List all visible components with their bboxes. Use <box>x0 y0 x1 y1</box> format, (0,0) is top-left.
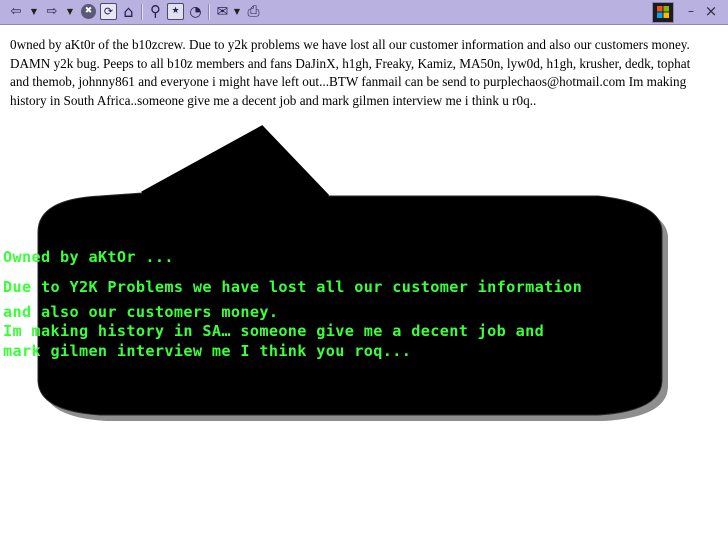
bubble-line: mark gilmen interview me I think you roq… <box>3 342 412 360</box>
speech-bubble <box>37 125 668 421</box>
bubble-line: and also our customers money. <box>3 303 279 321</box>
speech-bubble-body <box>37 126 663 416</box>
bubble-line: Due to Y2K Problems we have lost all our… <box>3 278 583 296</box>
browser-window: ⇦ ▼ ⇨ ▼ ✖ ⟳ ⌂ ⚲ ★ ◔ ✉ ▼ ⎙ – × 0wned by a… <box>0 0 728 546</box>
bubble-line: Owned by aKtOr ... <box>3 248 174 266</box>
bubble-line: Im making history in SA… someone give me… <box>3 322 545 340</box>
